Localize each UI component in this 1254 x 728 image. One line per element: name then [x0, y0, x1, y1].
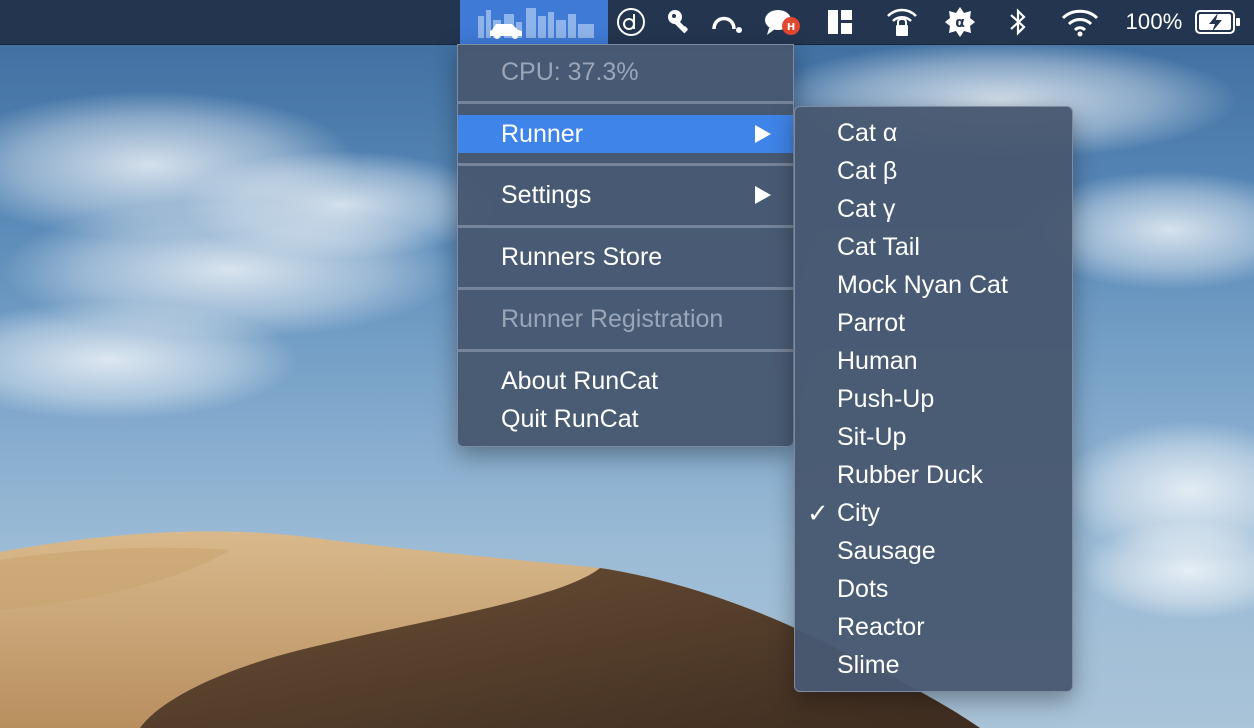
- svg-text:H: H: [787, 22, 795, 33]
- alpha-badge-icon[interactable]: α: [938, 0, 982, 44]
- runner-option-label: Push-Up: [837, 384, 935, 413]
- menu-separator: [458, 101, 793, 104]
- quit-runcat-menu-item[interactable]: Quit RunCat: [458, 400, 793, 438]
- city-runner-icon[interactable]: [460, 0, 608, 44]
- svg-text:α: α: [955, 15, 965, 31]
- runner-option-item[interactable]: Sit-Up: [795, 418, 1072, 456]
- runner-option-label: Rubber Duck: [837, 460, 983, 489]
- runner-option-item[interactable]: Parrot: [795, 304, 1072, 342]
- runner-option-label: Human: [837, 346, 918, 375]
- runner-option-label: Sausage: [837, 536, 936, 565]
- battery-charging-icon[interactable]: [1190, 0, 1246, 44]
- wifi-icon[interactable]: [1056, 0, 1104, 44]
- wifi-lock-icon[interactable]: [880, 0, 924, 44]
- submenu-arrow-icon: [755, 186, 771, 204]
- runner-option-label: Cat β: [837, 156, 898, 185]
- menu-separator: [458, 287, 793, 290]
- runner-option-label: Dots: [837, 574, 889, 603]
- runners-store-menu-item[interactable]: Runners Store: [458, 238, 793, 276]
- runner-option-item[interactable]: Slime: [795, 646, 1072, 684]
- runner-option-label: Cat γ: [837, 194, 896, 223]
- checkmark-icon: ✓: [807, 497, 829, 528]
- runner-option-item[interactable]: Cat α: [795, 114, 1072, 152]
- runner-option-item[interactable]: Sausage: [795, 532, 1072, 570]
- settings-menu-item[interactable]: Settings: [458, 176, 793, 214]
- runner-option-item[interactable]: ✓ City: [795, 494, 1072, 532]
- cpu-usage-item: CPU: 37.3%: [501, 57, 639, 86]
- menu-separator: [458, 225, 793, 228]
- menu-bar: H α 100%: [0, 0, 1254, 45]
- runner-option-item[interactable]: Cat Tail: [795, 228, 1072, 266]
- runner-option-item[interactable]: Push-Up: [795, 380, 1072, 418]
- runner-option-item[interactable]: Rubber Duck: [795, 456, 1072, 494]
- menu-separator: [458, 163, 793, 166]
- runner-option-item[interactable]: Reactor: [795, 608, 1072, 646]
- runner-option-label: Parrot: [837, 308, 906, 337]
- submenu-arrow-icon: [755, 125, 771, 143]
- about-runcat-menu-item[interactable]: About RunCat: [458, 362, 793, 400]
- bluetooth-icon[interactable]: [1000, 0, 1036, 44]
- runcat-menu: CPU: 37.3% Runner Settings Runners Store…: [457, 44, 794, 447]
- battery-percentage[interactable]: 100%: [1118, 0, 1190, 44]
- runner-option-label: Cat Tail: [837, 232, 920, 261]
- chat-bubble-icon[interactable]: H: [760, 0, 804, 44]
- runner-menu-item[interactable]: Runner: [458, 115, 793, 153]
- runner-registration-menu-item: Runner Registration: [501, 304, 724, 333]
- runner-submenu: Cat α Cat β Cat γ Cat Tail Mock Nyan Cat Parr…: [794, 106, 1073, 692]
- runner-option-item[interactable]: Human: [795, 342, 1072, 380]
- key-icon[interactable]: [660, 0, 700, 44]
- runner-option-label: Slime: [837, 650, 900, 679]
- runner-option-item[interactable]: Mock Nyan Cat: [795, 266, 1072, 304]
- runner-option-label: City: [837, 498, 881, 527]
- runner-option-item[interactable]: Cat γ: [795, 190, 1072, 228]
- runner-option-label: Cat α: [837, 118, 898, 147]
- runner-option-label: Mock Nyan Cat: [837, 270, 1008, 299]
- layout-icon[interactable]: [820, 0, 860, 44]
- d-circle-icon[interactable]: [612, 0, 650, 44]
- runner-option-label: Sit-Up: [837, 422, 907, 451]
- runner-option-item[interactable]: Dots: [795, 570, 1072, 608]
- menu-separator: [458, 349, 793, 352]
- headphones-icon[interactable]: [706, 0, 746, 44]
- runner-option-item[interactable]: Cat β: [795, 152, 1072, 190]
- runner-option-label: Reactor: [837, 612, 925, 641]
